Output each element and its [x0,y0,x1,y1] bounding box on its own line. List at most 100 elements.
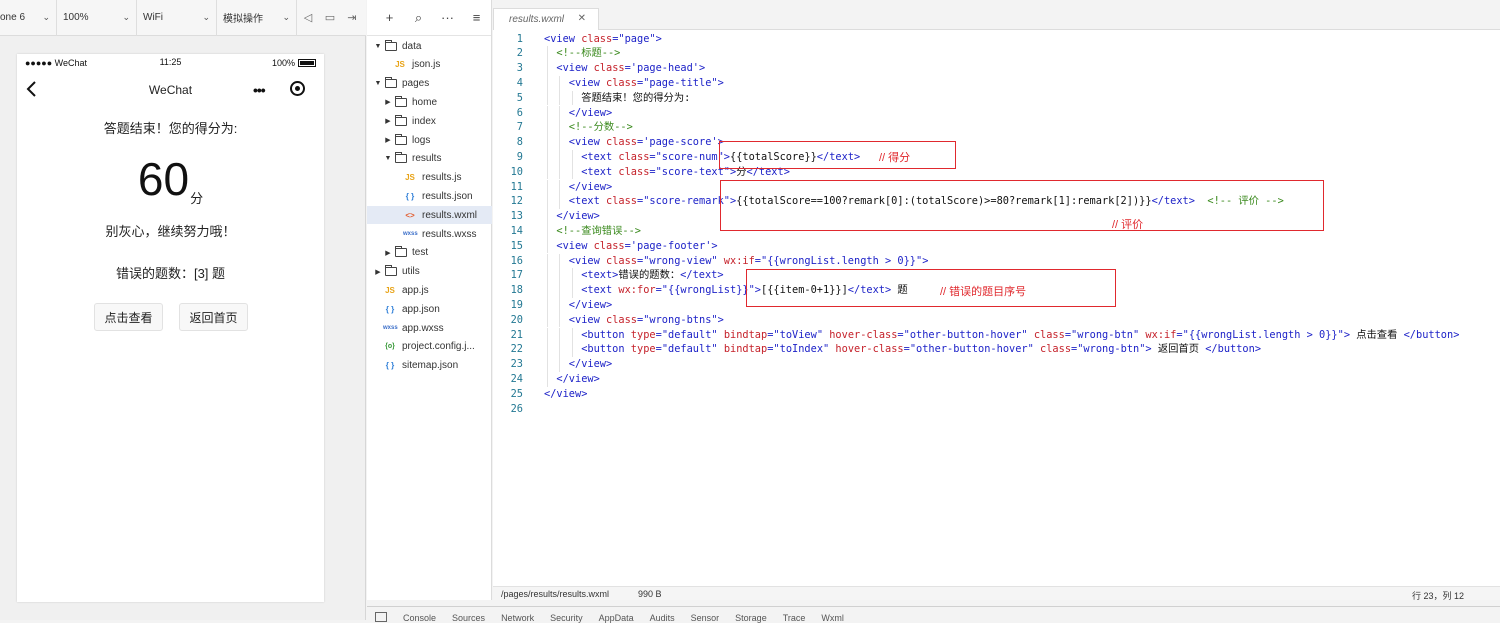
screen-icon[interactable]: ▭ [319,0,341,36]
indent-guide [559,268,561,284]
caret-right-icon: ▶ [375,268,381,276]
cursor-position[interactable]: 行 23，列 12 [1412,589,1464,602]
code-text: </view> [569,298,612,313]
code-text: </view> [556,209,599,224]
code-line: 21 <button type="default" bindtap="toView… [493,327,1500,343]
tab-results-wxml[interactable]: results.wxml ✕ [493,8,599,30]
collapse-icon[interactable]: ≡ [462,10,491,25]
devtools-tab[interactable]: AppData [599,607,634,623]
file-tree-item-label: utils [402,266,420,278]
nav-title: WeChat [148,83,193,97]
indent-guide [547,342,548,358]
code-text: </view> [569,180,612,195]
zoom-select[interactable]: 100% ⌄ [57,0,137,36]
line-number: 14 [510,224,523,237]
code-token: "{{wrongList}}" [661,284,755,297]
code-token: > [717,76,724,89]
json-file-icon: { } [385,361,395,371]
file-tree-item[interactable]: JS json.js [383,56,440,74]
file-tree-item[interactable]: ▼ pages [373,75,429,93]
device-select[interactable]: one 6 ⌄ [0,0,57,36]
code-token: <text [581,150,619,163]
code-token: <!--查询错误--> [556,224,641,237]
indent-guide [571,268,573,284]
home-button[interactable]: 返回首页 [179,303,248,331]
more-icon[interactable]: ••• [253,82,266,98]
file-tree-item[interactable]: ▶ index [383,112,436,130]
line-number: 3 [516,62,523,75]
code-token: <button [581,343,631,356]
file-tree-item-label: test [412,247,429,259]
code-token: <!--标题--> [556,47,621,60]
file-tree-item[interactable]: ▶ home [383,93,437,111]
file-tree-item[interactable]: <> results.wxml [367,206,492,225]
network-select[interactable]: WiFi ⌄ [137,0,217,36]
file-tree-item[interactable]: ▼ results [383,150,441,168]
code-text: <!--查询错误--> [556,224,641,239]
file-tree-item[interactable]: ▼ data [373,37,421,55]
phone-nav-bar: WeChat ••• [17,72,324,106]
indent-guide [547,253,548,269]
code-token: 返回首页 [1151,343,1206,356]
file-tree-item[interactable]: wxss app.wxss [373,319,444,337]
code-line: 8 <view class='page-score'> [493,135,1500,150]
file-tree-item[interactable]: { } app.json [373,300,440,318]
file-tree-item[interactable]: ▶ logs [383,131,430,149]
code-token: </button> [1205,343,1262,356]
file-tree-item-label: pages [402,78,430,90]
devtools-tab[interactable]: Wxml [821,607,844,623]
volume-icon[interactable]: ◁ [297,0,319,36]
devtools-tabs: Console Sources Network Security AppData Audi… [403,607,860,623]
code-text: <view class="wrong-view" wx:if="{{wrongL… [569,254,929,269]
indent-guide [559,357,561,372]
code-token: class [606,136,637,149]
devtools-tab[interactable]: Audits [650,607,675,623]
file-tree-item-label: home [412,96,438,108]
file-tree-item[interactable]: JS results.js [393,169,461,187]
code-token: <view [568,254,606,267]
code-token: </view> [556,372,600,385]
battery-label: 100% [271,58,295,68]
indent-guide [547,105,548,121]
devtools-tab[interactable]: Sensor [691,607,720,623]
code-token: class [593,239,625,252]
devtools-tab[interactable]: Network [501,607,534,623]
file-tree-item[interactable]: JS app.js [373,281,429,299]
wrong-count: 错误的题数：[3] 题 [115,266,226,281]
score-number: 60 [137,153,190,205]
file-tree-item[interactable]: wxss results.wxss [393,225,476,243]
file-tree-item[interactable]: ▶ utils [373,263,420,281]
close-icon[interactable]: ✕ [578,13,586,24]
devtools-tab[interactable]: Security [550,607,583,623]
more-icon[interactable]: ··· [433,10,462,25]
file-tree-item[interactable]: ▶ test [383,244,428,262]
code-line: 24 </view> [493,371,1500,387]
code-text: </view> [569,357,612,372]
code-token: type [630,328,656,341]
file-tree-item[interactable]: {o} project.config.j... [373,338,475,356]
zoom-select-value: 100% [63,12,89,23]
detach-icon[interactable]: ⇥ [341,0,363,36]
view-button[interactable]: 点击查看 [94,303,163,331]
code-token: </view> [544,387,588,400]
code-text: 答题结束！您的得分为: [581,91,690,106]
devtools-tab[interactable]: Storage [735,607,767,623]
devtools-tab[interactable]: Console [403,607,436,623]
code-token: "wrong-btn" [1071,328,1146,341]
file-tree-item[interactable]: { } results.json [393,187,473,205]
code-text: <view class="page"> [544,32,662,47]
code-token: <view [568,313,606,326]
search-icon[interactable]: ⌕ [404,10,433,26]
annotation-box-remark [720,180,1324,231]
caret-right-icon: ▶ [385,249,391,257]
devtools-tab[interactable]: Trace [783,607,806,623]
indent-guide [547,209,548,224]
devtools-tab[interactable]: Sources [452,607,485,623]
mode-select[interactable]: 模拟操作 ⌄ [217,0,297,36]
record-icon[interactable] [290,81,305,96]
code-line: 20 <view class="wrong-btns"> [493,312,1500,328]
code-editor[interactable]: 26 25 </view> 24 </view> 23 </view> 22 <button t… [493,30,1500,586]
dock-icon[interactable] [375,612,387,622]
file-tree-item[interactable]: { } sitemap.json [373,357,458,375]
add-icon[interactable]: + [375,10,404,25]
